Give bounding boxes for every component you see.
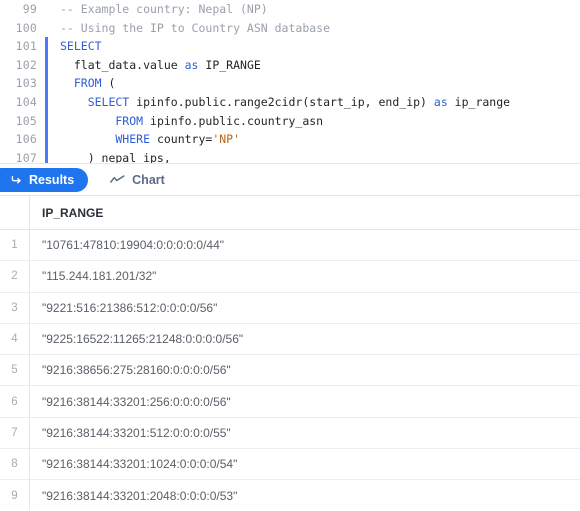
code-line[interactable]: 102 flat_data.value as IP_RANGE — [0, 55, 580, 75]
code-line[interactable]: 101 SELECT — [0, 37, 580, 56]
code-token-cmt: -- Example country: Nepal (NP) — [60, 2, 268, 16]
code-line[interactable]: 106 WHERE country='NP' — [0, 130, 580, 149]
code-line[interactable]: 105 FROM ipinfo.public.country_asn — [0, 111, 580, 131]
line-number: 105 — [15, 113, 37, 128]
tab-results[interactable]: Results — [0, 167, 89, 192]
line-number: 100 — [15, 20, 37, 35]
code-text: -- Example country: Nepal (NP) — [48, 0, 268, 19]
sql-editor[interactable]: 99 -- Example country: Nepal (NP) 100 -- Us… — [0, 0, 580, 163]
code-line[interactable]: 99 -- Example country: Nepal (NP) — [0, 0, 580, 19]
row-index: 1 — [0, 230, 30, 261]
results-grid[interactable]: IP_RANGE 1 "10761:47810:19904:0:0:0:0:0/44… — [0, 196, 580, 510]
line-number: 99 — [22, 2, 37, 16]
code-token-kw: as — [433, 94, 448, 109]
tab-results-label: Results — [29, 172, 75, 187]
table-row[interactable]: 2 "115.244.181.201/32" — [0, 261, 580, 293]
code-token-kw: as — [184, 57, 199, 72]
row-index: 4 — [0, 323, 30, 355]
table-cell[interactable]: "9221:516:21386:512:0:0:0:0/56" — [30, 293, 580, 323]
table-row[interactable]: 3 "9221:516:21386:512:0:0:0:0/56" — [0, 292, 580, 324]
code-line[interactable]: 100 -- Using the IP to Country ASN databa… — [0, 19, 580, 38]
row-index: 5 — [0, 355, 30, 386]
line-number: 107 — [15, 150, 37, 163]
code-text: WHERE country='NP' — [48, 130, 240, 149]
code-token-cmt: -- Using the IP to Country ASN database — [60, 20, 331, 35]
result-view-tabbar: Results Chart — [0, 163, 580, 196]
code-token-kw: FROM — [60, 76, 102, 91]
code-token-id: ipinfo.public.range2cidr(start_ip, end_i… — [129, 94, 434, 109]
table-cell[interactable]: "9225:16522:11265:21248:0:0:0:0/56" — [30, 324, 580, 354]
table-cell[interactable]: "9216:38144:33201:1024:0:0:0:0/54" — [30, 449, 580, 479]
code-line[interactable]: 103 FROM ( — [0, 74, 580, 93]
grid-corner-cell — [0, 196, 30, 229]
table-row[interactable]: 9 "9216:38144:33201:2048:0:0:0:0/53" — [0, 480, 580, 510]
code-text: FROM ( — [48, 74, 116, 93]
table-cell[interactable]: "9216:38144:33201:512:0:0:0:0/55" — [30, 418, 580, 448]
line-number: 103 — [15, 76, 37, 91]
line-number: 101 — [15, 39, 37, 54]
code-text: SELECT — [48, 37, 102, 56]
code-text: SELECT ipinfo.public.range2cidr(start_ip… — [48, 93, 510, 112]
code-token-id: ip_range — [447, 94, 511, 109]
line-number: 106 — [15, 132, 37, 147]
code-text: -- Using the IP to Country ASN database — [48, 19, 330, 38]
table-cell[interactable]: "9216:38656:275:28160:0:0:0:0/56" — [30, 355, 580, 385]
code-token-str: 'NP' — [212, 132, 241, 147]
code-token-id: ) nepal_ips, — [60, 150, 171, 163]
code-token-pun: ( — [101, 76, 116, 91]
code-text: flat_data.value as IP_RANGE — [48, 56, 261, 75]
row-index: 7 — [0, 417, 30, 449]
line-number: 104 — [15, 94, 37, 109]
code-text: ) nepal_ips, — [48, 149, 171, 163]
line-chart-icon — [110, 174, 125, 186]
table-row[interactable]: 4 "9225:16522:11265:21248:0:0:0:0/56" — [0, 323, 580, 356]
code-line[interactable]: 104 SELECT ipinfo.public.range2cidr(star… — [0, 92, 580, 112]
tab-chart[interactable]: Chart — [104, 168, 171, 192]
code-token-kw: WHERE — [60, 132, 151, 147]
table-row[interactable]: 8 "9216:38144:33201:1024:0:0:0:0/54" — [0, 449, 580, 481]
code-line[interactable]: 107 ) nepal_ips, — [0, 148, 580, 163]
code-token-id: ipinfo.public.country_asn — [143, 113, 324, 128]
code-token-kw: FROM — [60, 113, 144, 128]
row-index: 2 — [0, 261, 30, 292]
table-row[interactable]: 5 "9216:38656:275:28160:0:0:0:0/56" — [0, 355, 580, 387]
table-cell[interactable]: "10761:47810:19904:0:0:0:0:0/44" — [30, 230, 580, 260]
tab-chart-label: Chart — [132, 172, 165, 187]
table-cell[interactable]: "115.244.181.201/32" — [30, 261, 580, 291]
code-text: FROM ipinfo.public.country_asn — [48, 112, 323, 131]
table-row[interactable]: 7 "9216:38144:33201:512:0:0:0:0/55" — [0, 417, 580, 450]
grid-column-header[interactable]: IP_RANGE — [30, 196, 580, 229]
row-index: 3 — [0, 292, 30, 323]
line-number: 102 — [15, 57, 37, 72]
code-token-id: flat_data.value — [60, 57, 185, 72]
table-cell[interactable]: "9216:38144:33201:256:0:0:0:0/56" — [30, 386, 580, 416]
code-token-kw: SELECT — [60, 94, 130, 109]
row-index: 6 — [0, 386, 30, 417]
code-token-id: IP_RANGE — [198, 57, 261, 72]
table-cell[interactable]: "9216:38144:33201:2048:0:0:0:0/53" — [30, 480, 580, 510]
code-token-kw: SELECT — [60, 39, 102, 54]
arrow-return-icon — [10, 173, 23, 186]
code-token-id: country= — [150, 132, 213, 147]
grid-header-row: IP_RANGE — [0, 196, 580, 230]
row-index: 9 — [0, 480, 30, 510]
table-row[interactable]: 1 "10761:47810:19904:0:0:0:0:0/44" — [0, 230, 580, 262]
table-row[interactable]: 6 "9216:38144:33201:256:0:0:0:0/56" — [0, 386, 580, 418]
row-index: 8 — [0, 449, 30, 480]
